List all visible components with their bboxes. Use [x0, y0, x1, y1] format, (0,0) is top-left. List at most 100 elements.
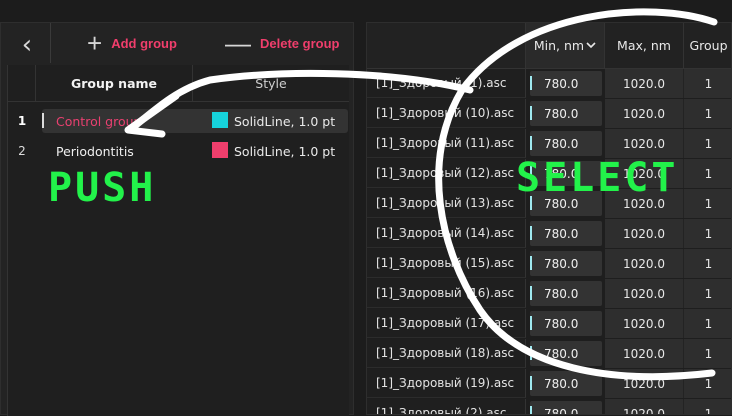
column-header-group-name[interactable]: Group name	[36, 65, 193, 102]
file-name-cell[interactable]: [1]_Здоровый (10).asc	[367, 99, 526, 128]
group-row[interactable]: 2 Periodontitis SolidLine, 1.0 pt	[8, 137, 349, 165]
column-header-file[interactable]	[367, 23, 526, 69]
group-cell[interactable]: 1	[684, 339, 731, 368]
group-name-cell[interactable]: Control group	[56, 107, 141, 135]
file-row[interactable]: [1]_Здоровый (2).asc 780.0 1020.0 1	[367, 399, 731, 415]
file-name-cell[interactable]: [1]_Здоровый (1).asc	[367, 69, 526, 98]
min-nm-value: 780.0	[544, 136, 579, 151]
min-nm-input[interactable]: 780.0	[530, 341, 602, 366]
group-name-cell[interactable]: Periodontitis	[56, 137, 134, 165]
style-cell[interactable]: SolidLine, 1.0 pt	[234, 137, 335, 165]
file-row[interactable]: [1]_Здоровый (10).asc 780.0 1020.0 1	[367, 99, 731, 129]
groups-toolbar: + Add group — Delete group	[50, 23, 355, 63]
file-row[interactable]: [1]_Здоровый (1).asc 780.0 1020.0 1	[367, 69, 731, 99]
file-row[interactable]: [1]_Здоровый (14).asc 780.0 1020.0 1	[367, 219, 731, 249]
file-name-cell[interactable]: [1]_Здоровый (13).asc	[367, 189, 526, 218]
min-nm-input[interactable]: 780.0	[530, 71, 602, 96]
file-name-cell[interactable]: [1]_Здоровый (18).asc	[367, 339, 526, 368]
style-color-swatch[interactable]	[212, 112, 228, 128]
table-corner	[8, 65, 36, 102]
file-name-cell[interactable]: [1]_Здоровый (15).asc	[367, 249, 526, 278]
min-nm-input[interactable]: 780.0	[530, 131, 602, 156]
group-cell[interactable]: 1	[684, 399, 731, 414]
back-button[interactable]: ‹	[13, 29, 41, 61]
file-row[interactable]: [1]_Здоровый (19).asc 780.0 1020.0 1	[367, 369, 731, 399]
edit-caret	[42, 113, 44, 128]
text-caret	[530, 106, 532, 120]
group-cell[interactable]: 1	[684, 219, 731, 248]
file-name-cell[interactable]: [1]_Здоровый (16).asc	[367, 279, 526, 308]
min-nm-value: 780.0	[544, 316, 579, 331]
minus-icon: —	[225, 28, 251, 58]
max-nm-cell[interactable]: 1020.0	[605, 99, 684, 128]
min-nm-value: 780.0	[544, 376, 579, 391]
min-nm-value: 780.0	[544, 256, 579, 271]
min-nm-input[interactable]: 780.0	[530, 101, 602, 126]
min-header-label: Min, nm	[533, 38, 585, 53]
file-row[interactable]: [1]_Здоровый (16).asc 780.0 1020.0 1	[367, 279, 731, 309]
add-group-button[interactable]: + Add group	[87, 29, 177, 57]
column-header-min[interactable]: Min, nm	[526, 23, 605, 69]
min-nm-input[interactable]: 780.0	[530, 281, 602, 306]
column-header-group[interactable]: Group	[684, 23, 731, 69]
add-group-label: Add group	[111, 35, 177, 51]
max-nm-cell[interactable]: 1020.0	[605, 339, 684, 368]
text-caret	[530, 286, 532, 300]
group-cell[interactable]: 1	[684, 249, 731, 278]
max-nm-cell[interactable]: 1020.0	[605, 309, 684, 338]
style-cell[interactable]: SolidLine, 1.0 pt	[234, 107, 335, 135]
column-header-style[interactable]: Style	[193, 65, 349, 102]
file-name-cell[interactable]: [1]_Здоровый (12).asc	[367, 159, 526, 188]
min-nm-input[interactable]: 780.0	[530, 221, 602, 246]
file-name-cell[interactable]: [1]_Здоровый (11).asc	[367, 129, 526, 158]
files-panel: Min, nm Max, nm Group [1]_Здоровый (1).a…	[366, 22, 732, 415]
group-row[interactable]: 1 Control group SolidLine, 1.0 pt	[8, 107, 349, 135]
max-nm-cell[interactable]: 1020.0	[605, 249, 684, 278]
text-caret	[530, 136, 532, 150]
max-nm-cell[interactable]: 1020.0	[605, 219, 684, 248]
file-row[interactable]: [1]_Здоровый (15).asc 780.0 1020.0 1	[367, 249, 731, 279]
max-nm-cell[interactable]: 1020.0	[605, 69, 684, 98]
row-number: 2	[18, 144, 26, 158]
text-caret	[530, 256, 532, 270]
min-nm-value: 780.0	[544, 286, 579, 301]
group-cell[interactable]: 1	[684, 189, 731, 218]
push-annotation: PUSH	[48, 165, 157, 211]
min-nm-input[interactable]: 780.0	[530, 371, 602, 396]
file-row[interactable]: [1]_Здоровый (18).asc 780.0 1020.0 1	[367, 339, 731, 369]
file-name-cell[interactable]: [1]_Здоровый (17).asc	[367, 309, 526, 338]
min-nm-value: 780.0	[544, 406, 579, 415]
group-cell[interactable]: 1	[684, 309, 731, 338]
text-caret	[530, 346, 532, 360]
text-caret	[530, 316, 532, 330]
file-name-cell[interactable]: [1]_Здоровый (14).asc	[367, 219, 526, 248]
chevron-down-icon	[586, 42, 596, 49]
text-caret	[530, 376, 532, 390]
max-nm-cell[interactable]: 1020.0	[605, 279, 684, 308]
min-nm-input[interactable]: 780.0	[530, 311, 602, 336]
max-nm-cell[interactable]: 1020.0	[605, 399, 684, 414]
max-nm-cell[interactable]: 1020.0	[605, 129, 684, 158]
group-cell[interactable]: 1	[684, 99, 731, 128]
group-cell[interactable]: 1	[684, 69, 731, 98]
group-cell[interactable]: 1	[684, 369, 731, 398]
min-nm-input[interactable]: 780.0	[530, 251, 602, 276]
max-nm-cell[interactable]: 1020.0	[605, 369, 684, 398]
groups-table: Group name Style 1 Control group SolidLi…	[7, 65, 349, 416]
file-name-cell[interactable]: [1]_Здоровый (2).asc	[367, 399, 526, 414]
min-nm-value: 780.0	[544, 106, 579, 121]
min-nm-input[interactable]: 780.0	[530, 401, 602, 415]
min-nm-value: 780.0	[544, 76, 579, 91]
min-nm-value: 780.0	[544, 226, 579, 241]
file-row[interactable]: [1]_Здоровый (17).asc 780.0 1020.0 1	[367, 309, 731, 339]
group-cell[interactable]: 1	[684, 279, 731, 308]
groups-panel: ‹ + Add group — Delete group Group name …	[0, 22, 355, 416]
delete-group-button[interactable]: — Delete group	[225, 29, 339, 57]
select-annotation: SELECT	[516, 155, 679, 201]
file-name-cell[interactable]: [1]_Здоровый (19).asc	[367, 369, 526, 398]
group-cell[interactable]: 1	[684, 129, 731, 158]
min-nm-value: 780.0	[544, 346, 579, 361]
group-cell[interactable]: 1	[684, 159, 731, 188]
column-header-max[interactable]: Max, nm	[605, 23, 684, 69]
style-color-swatch[interactable]	[212, 142, 228, 158]
